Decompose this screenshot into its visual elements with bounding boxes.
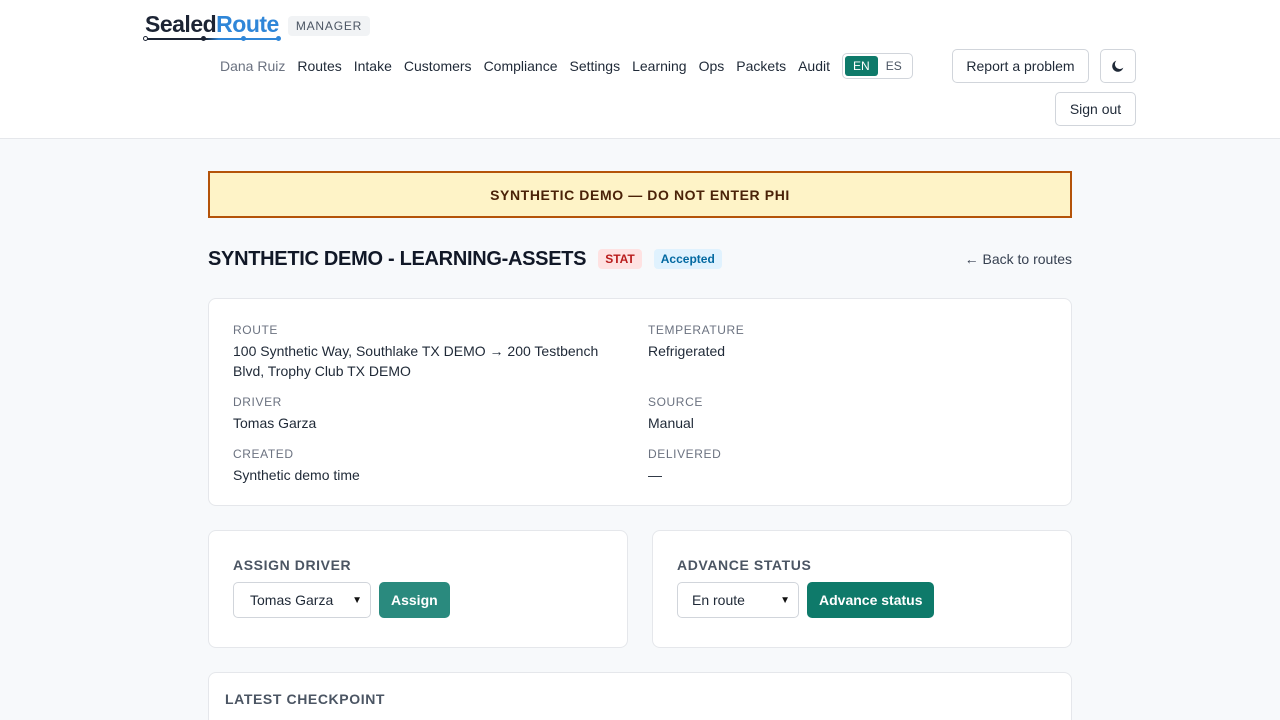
- demo-warning-text: SYNTHETIC DEMO — DO NOT ENTER PHI: [490, 186, 790, 203]
- assign-driver-card: ASSIGN DRIVER Tomas Garza ▼ Assign: [208, 530, 628, 648]
- created-field: CREATED Synthetic demo time: [233, 447, 648, 485]
- status-badge: Accepted: [653, 249, 722, 269]
- temperature-field: TEMPERATURE Refrigerated: [648, 323, 1047, 381]
- source-field: SOURCE Manual: [648, 395, 1047, 433]
- nav-link-compliance[interactable]: Compliance: [484, 58, 558, 74]
- report-problem-button[interactable]: Report a problem: [952, 49, 1089, 83]
- nav-link-settings[interactable]: Settings: [570, 58, 621, 74]
- advance-status-button[interactable]: Advance status: [807, 582, 935, 618]
- assign-driver-title: ASSIGN DRIVER: [233, 557, 352, 573]
- moon-icon: [1112, 60, 1124, 72]
- status-select[interactable]: En route ▼: [677, 582, 799, 618]
- advance-status-title: ADVANCE STATUS: [677, 557, 812, 573]
- driver-select[interactable]: Tomas Garza ▼: [233, 582, 371, 618]
- driver-select-value: Tomas Garza: [250, 592, 334, 608]
- top-header: SealedRoute MANAGER Dana Ruiz Routes Int…: [0, 0, 1280, 139]
- delivered-value: —: [648, 467, 662, 483]
- logo-text-sealed: Sealed: [145, 11, 217, 37]
- assign-button[interactable]: Assign: [379, 582, 450, 618]
- logo-text-route: Route: [216, 11, 279, 37]
- advance-status-controls: En route ▼ Advance status: [677, 582, 1047, 618]
- temperature-label: TEMPERATURE: [648, 323, 745, 337]
- chevron-down-icon: ▼: [352, 594, 362, 606]
- latest-checkpoint-title: LATEST CHECKPOINT: [225, 691, 386, 707]
- theme-toggle-button[interactable]: [1100, 49, 1136, 83]
- nav-link-learning[interactable]: Learning: [632, 58, 687, 74]
- delivered-field: DELIVERED —: [648, 447, 1047, 485]
- nav-link-routes[interactable]: Routes: [297, 58, 341, 74]
- delivered-label: DELIVERED: [648, 447, 722, 461]
- driver-label: DRIVER: [233, 395, 282, 409]
- nav-link-customers[interactable]: Customers: [404, 58, 472, 74]
- demo-warning-banner: SYNTHETIC DEMO — DO NOT ENTER PHI: [208, 171, 1072, 218]
- status-select-value: En route: [692, 592, 745, 608]
- route-field: ROUTE 100 Synthetic Way, Southlake TX DE…: [233, 323, 648, 381]
- nav-link-ops[interactable]: Ops: [699, 58, 725, 74]
- driver-value: Tomas Garza: [233, 415, 317, 431]
- page-title: SYNTHETIC DEMO - LEARNING-ASSETS: [208, 247, 587, 270]
- priority-badge: STAT: [598, 249, 642, 269]
- route-details-card: ROUTE 100 Synthetic Way, Southlake TX DE…: [208, 298, 1072, 506]
- sealedroute-logo[interactable]: SealedRoute: [143, 10, 281, 41]
- nav-link-packets[interactable]: Packets: [736, 58, 786, 74]
- route-label: ROUTE: [233, 323, 278, 337]
- lang-en-button[interactable]: EN: [845, 56, 878, 76]
- back-to-routes-link[interactable]: ← Back to routes: [965, 251, 1072, 267]
- lang-es-button[interactable]: ES: [878, 56, 910, 76]
- nav-link-audit[interactable]: Audit: [798, 58, 830, 74]
- latest-checkpoint-card: LATEST CHECKPOINT: [208, 672, 1072, 720]
- nav-link-intake[interactable]: Intake: [354, 58, 392, 74]
- main-nav: Dana Ruiz Routes Intake Customers Compli…: [220, 49, 925, 83]
- advance-status-card: ADVANCE STATUS En route ▼ Advance status: [652, 530, 1072, 648]
- language-switcher: EN ES: [842, 53, 913, 79]
- sign-out-button[interactable]: Sign out: [1055, 92, 1136, 126]
- page-title-row: SYNTHETIC DEMO - LEARNING-ASSETS STAT Ac…: [208, 246, 1072, 272]
- logo-route-line: [143, 36, 281, 41]
- route-value: 100 Synthetic Way, Southlake TX DEMO → 2…: [233, 343, 599, 379]
- created-label: CREATED: [233, 447, 294, 461]
- current-user: Dana Ruiz: [220, 58, 286, 74]
- chevron-down-icon: ▼: [780, 594, 790, 606]
- source-value: Manual: [648, 415, 694, 431]
- role-badge: MANAGER: [287, 15, 371, 36]
- brand: SealedRoute MANAGER: [143, 10, 371, 41]
- actions-row: ASSIGN DRIVER Tomas Garza ▼ Assign ADVAN…: [208, 530, 1072, 648]
- main-content: SYNTHETIC DEMO — DO NOT ENTER PHI SYNTHE…: [208, 171, 1072, 720]
- temperature-value: Refrigerated: [648, 343, 726, 359]
- source-label: SOURCE: [648, 395, 703, 409]
- driver-field: DRIVER Tomas Garza: [233, 395, 648, 433]
- created-value: Synthetic demo time: [233, 467, 360, 483]
- assign-driver-controls: Tomas Garza ▼ Assign: [233, 582, 603, 618]
